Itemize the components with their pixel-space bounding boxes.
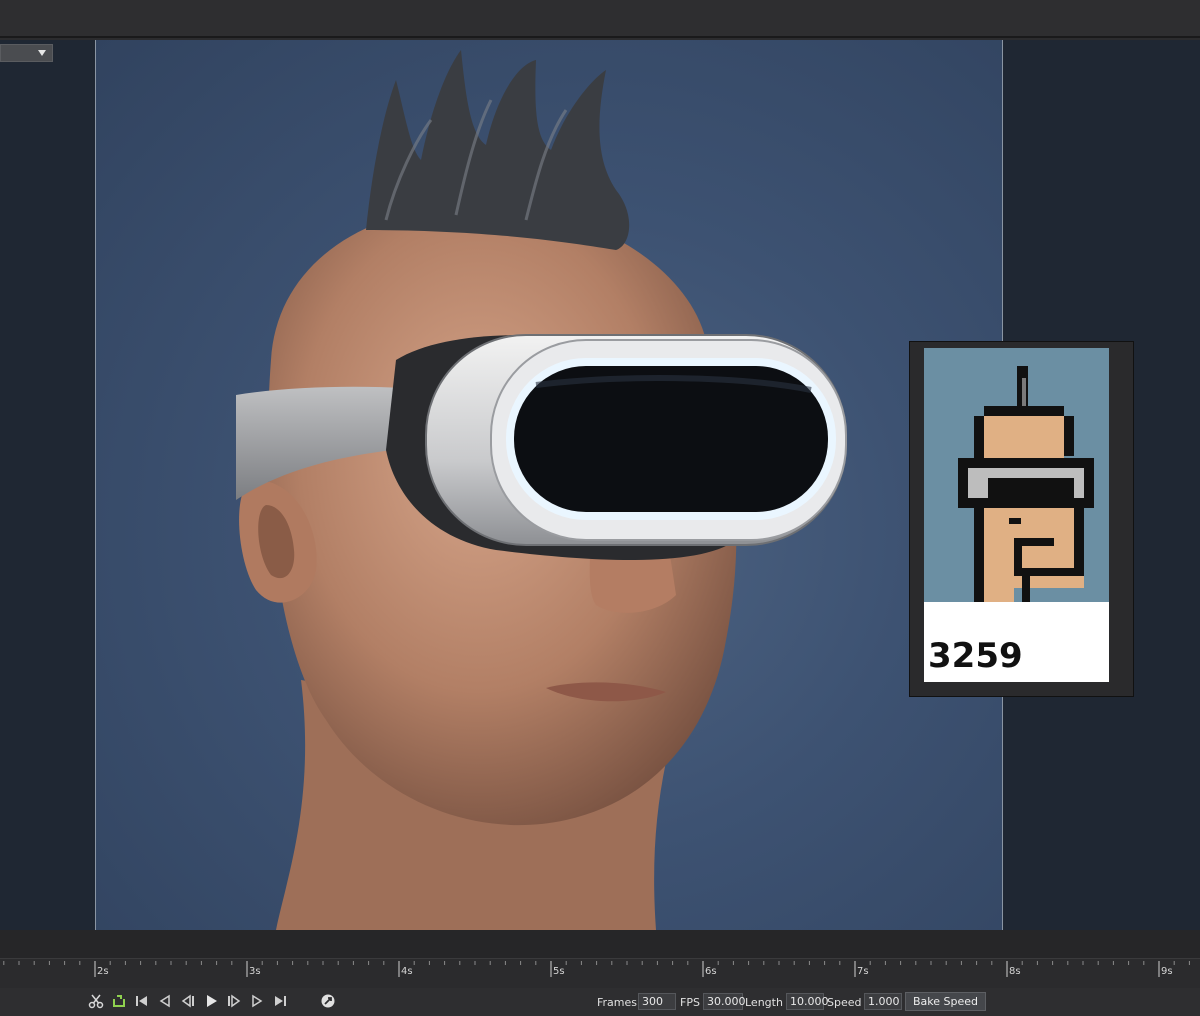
fps-label: FPS: [680, 996, 700, 1009]
skip-to-end-icon[interactable]: [272, 993, 288, 1009]
tick-label-5s: 5s: [553, 966, 565, 977]
fps-input[interactable]: 30.000: [703, 993, 746, 1010]
tick-label-3s: 3s: [249, 966, 261, 977]
speed-label: Speed: [827, 996, 862, 1009]
length-input[interactable]: 10.000: [786, 993, 829, 1010]
tick-label-9s: 9s: [1161, 966, 1173, 977]
track-strip: [0, 930, 1200, 958]
frames-label: Frames: [597, 996, 638, 1009]
playback-controls: Frames 300 FPS 30.000 Length 10.000 Spee…: [0, 988, 1200, 1016]
tick-label-8s: 8s: [1009, 966, 1021, 977]
frames-input[interactable]: 300: [638, 993, 676, 1010]
scissors-icon[interactable]: [88, 993, 104, 1009]
render-settings-icon[interactable]: [320, 993, 336, 1009]
nft-number: 3259: [928, 636, 1023, 676]
play-icon[interactable]: [203, 993, 219, 1009]
speed-input[interactable]: 1.000: [864, 993, 902, 1010]
length-label: Length: [745, 996, 783, 1009]
nft-card: 3259: [909, 341, 1134, 697]
tick-label-7s: 7s: [857, 966, 869, 977]
pixel-punk-image: [924, 348, 1109, 602]
tick-label-6s: 6s: [705, 966, 717, 977]
view-dropdown[interactable]: [0, 44, 53, 62]
step-back-icon[interactable]: [157, 993, 173, 1009]
top-toolbar: [0, 0, 1200, 38]
nft-label: 3259: [924, 602, 1109, 682]
render-frame: [95, 40, 1003, 930]
nft-image: 3259: [924, 348, 1109, 682]
skip-to-start-icon[interactable]: [134, 993, 150, 1009]
chevron-down-icon: [38, 50, 46, 56]
timeline-ruler[interactable]: 2s 3s 4s 5s 6s 7s 8s 9s: [0, 958, 1200, 988]
step-forward-icon[interactable]: [249, 993, 265, 1009]
viewport[interactable]: 3259: [0, 40, 1200, 930]
render-image: [236, 50, 847, 930]
bake-speed-button[interactable]: Bake Speed: [905, 992, 987, 1011]
next-frame-icon[interactable]: [226, 993, 242, 1009]
prev-frame-icon[interactable]: [180, 993, 196, 1009]
tick-label-4s: 4s: [401, 966, 413, 977]
tick-label-2s: 2s: [97, 966, 109, 977]
loop-icon[interactable]: [111, 993, 127, 1009]
